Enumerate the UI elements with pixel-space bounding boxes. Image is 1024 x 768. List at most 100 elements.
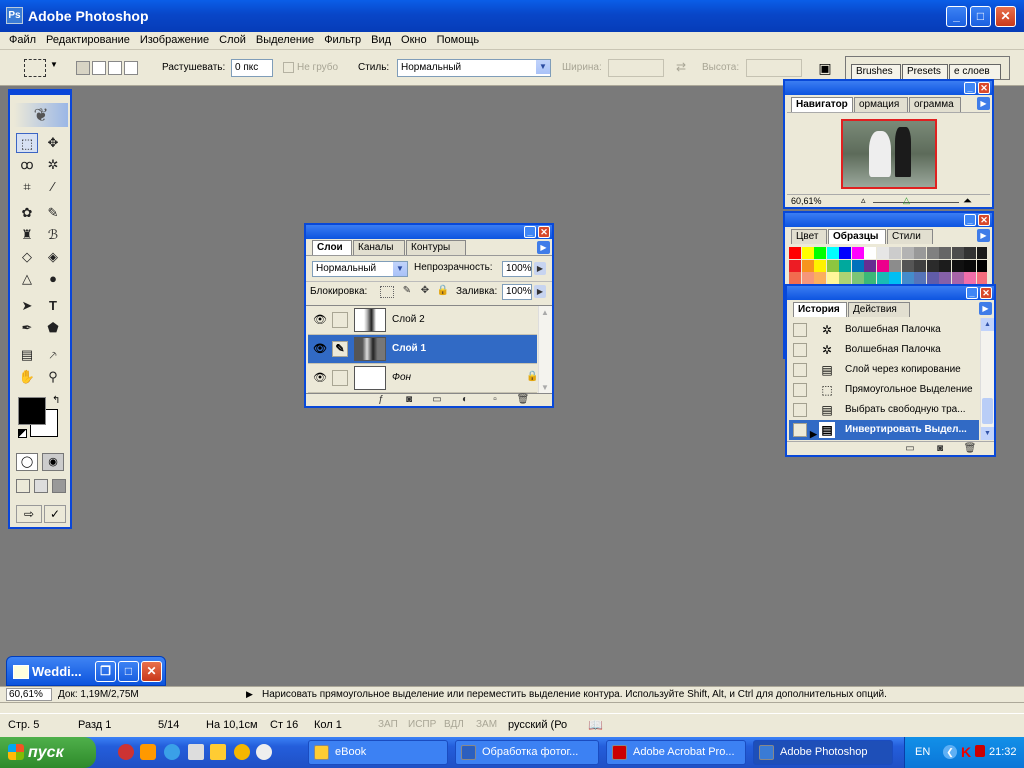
eye-icon[interactable]: 👁 [312,313,328,327]
feather-input[interactable]: 0 пкс [231,59,273,77]
minimize-button[interactable]: _ [524,226,536,238]
close-button[interactable]: ✕ [995,6,1016,27]
start-button[interactable]: пуск [0,737,96,768]
layer-link-box[interactable] [332,370,348,386]
swap-colors-icon[interactable]: ↰ [52,395,60,406]
spelling-check-icon[interactable]: 📖 [588,714,603,736]
minimize-button[interactable]: _ [966,287,978,299]
layer-link-box[interactable] [332,312,348,328]
color-swatch[interactable] [789,259,801,272]
fill-input[interactable]: 100% [502,284,532,300]
history-source-checkbox[interactable] [793,323,807,337]
color-swatch[interactable] [876,247,889,259]
marquee-tool-preset[interactable] [24,59,46,77]
color-swatch[interactable] [901,247,914,259]
language-indicator[interactable]: EN [915,737,930,768]
pen-tool-icon[interactable]: ✒ [16,318,38,338]
color-swatch[interactable] [976,272,987,284]
color-swatch[interactable] [901,272,914,284]
snapshot-camera-icon[interactable]: ◙ [933,443,947,455]
taskbar-item-photoshop[interactable]: Adobe Photoshop [753,740,893,765]
history-source-checkbox[interactable] [793,383,807,397]
color-swatch[interactable] [901,259,914,272]
color-swatch[interactable] [951,247,964,259]
document-icon[interactable] [188,744,204,760]
history-brush-icon[interactable]: ℬ [42,225,64,245]
layers-scrollbar[interactable]: ▲ ▼ [538,306,552,393]
screen-mode-full-icon[interactable] [52,479,66,493]
menu-view[interactable]: Вид [366,32,396,49]
tab-swatches[interactable]: Образцы [828,229,886,244]
tab-navigator[interactable]: Навигатор [791,97,853,112]
tab-info[interactable]: ормация [854,97,908,112]
history-source-checkbox[interactable] [793,363,807,377]
foreground-color-swatch[interactable] [18,397,46,425]
style-select[interactable]: Нормальный ▼ [397,59,551,77]
file-browser-icon[interactable]: ▣ [815,59,835,77]
menu-image[interactable]: Изображение [135,32,214,49]
path-select-icon[interactable]: ➤ [16,296,38,316]
color-swatch[interactable] [851,272,864,284]
minimize-button[interactable]: _ [964,82,976,94]
color-swatch[interactable] [876,272,889,284]
color-swatch[interactable] [914,272,926,284]
color-swatch[interactable] [889,272,901,284]
ie-icon[interactable] [164,744,180,760]
height-input[interactable] [746,59,802,77]
zoom-out-icon[interactable]: ▵ [861,195,866,206]
tab-histogram[interactable]: ограмма [909,97,961,112]
paintbrush-icon[interactable]: ✎ [332,341,348,357]
color-swatch[interactable] [976,259,987,272]
color-swatch[interactable] [839,247,851,259]
tab-brushes[interactable]: Brushes [851,64,901,79]
folder-icon[interactable] [210,744,226,760]
tab-actions[interactable]: Действия [848,302,910,317]
move-tool-icon[interactable]: ✥ [42,133,64,153]
color-swatch[interactable] [951,259,964,272]
color-swatch[interactable] [826,259,839,272]
brush-tool-icon[interactable]: ✎ [42,203,64,223]
taskbar-item-acrobat[interactable]: Adobe Acrobat Pro... [606,740,746,765]
zoom-slider[interactable] [873,202,959,203]
tab-channels[interactable]: Каналы [353,240,405,255]
status-language[interactable]: русский (Ро [508,714,567,736]
color-swatch[interactable] [976,247,987,259]
layer-row[interactable]: 👁 Слой 2 [308,306,537,335]
tray-app-icon[interactable] [975,745,985,757]
color-swatch[interactable] [851,259,864,272]
clone-stamp-icon[interactable]: ♜ [16,225,38,245]
color-swatch[interactable] [939,247,951,259]
quicklaunch-app-icon[interactable] [256,744,272,760]
close-button[interactable]: ✕ [538,226,550,238]
color-swatch[interactable] [814,272,826,284]
status-rec[interactable]: ЗАП [378,714,398,736]
rect-marquee-tool-icon[interactable]: ⬚ [16,133,38,153]
lock-transparency-icon[interactable] [380,286,394,298]
taskbar-item-ebook[interactable]: eBook [308,740,448,765]
lock-paint-icon[interactable]: ✎ [400,285,414,297]
history-item[interactable]: ✲ Волшебная Палочка [789,320,979,340]
scroll-down-icon[interactable]: ▼ [981,427,994,440]
zoom-tool-icon[interactable]: ⚲ [42,367,64,387]
layer-row-selected[interactable]: 👁 ✎ Слой 1 [308,335,537,364]
standard-mode-icon[interactable]: ◯ [16,453,38,471]
lock-move-icon[interactable]: ✥ [418,285,432,297]
maximize-button[interactable]: □ [118,661,139,682]
color-swatch[interactable] [914,259,926,272]
eye-icon[interactable]: 👁 [312,371,328,385]
history-source-checkbox[interactable] [793,343,807,357]
shape-tool-icon[interactable]: ⬟ [42,318,64,338]
panel-menu-arrow-icon[interactable]: ▶ [979,302,992,315]
tab-history[interactable]: История [793,302,847,317]
quicklaunch-app-icon[interactable] [140,744,156,760]
history-scrollbar[interactable]: ▲ ▼ [980,318,994,440]
history-item[interactable]: ▤ Слой через копирование [789,360,979,380]
layer-mask-icon[interactable]: ◙ [402,394,416,406]
color-swatch[interactable] [864,247,876,259]
status-zoom[interactable]: 60,61% [6,688,52,701]
history-source-checkbox[interactable] [793,403,807,417]
crop-tool-icon[interactable]: ⌗ [16,177,38,197]
color-swatch[interactable] [814,259,826,272]
kaspersky-icon[interactable]: K [961,737,971,768]
minimize-button[interactable]: _ [946,6,967,27]
